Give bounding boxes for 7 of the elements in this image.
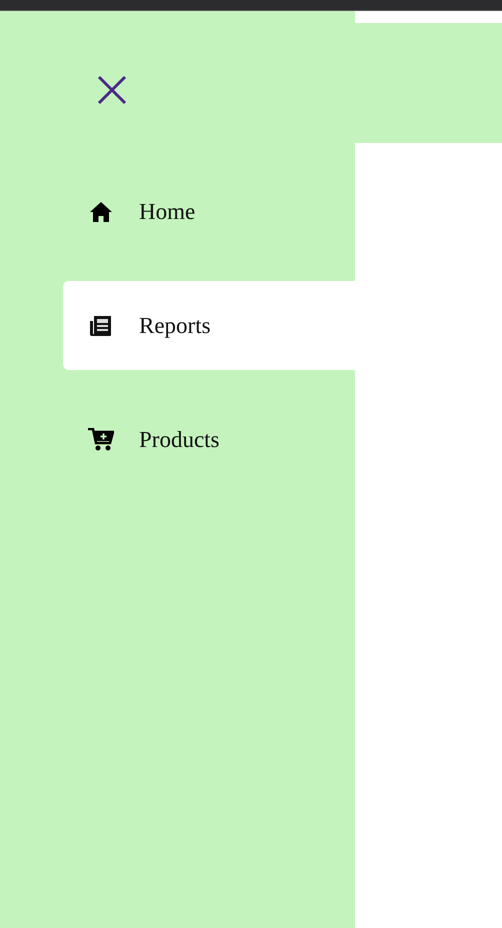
- sidebar-item[interactable]: Home: [63, 167, 355, 256]
- newspaper-icon: [88, 314, 114, 336]
- close-icon[interactable]: [96, 74, 128, 106]
- cart-icon: [88, 428, 114, 452]
- sidebar-item[interactable]: Reports: [63, 281, 355, 370]
- home-icon: [88, 200, 114, 222]
- sidebar-item[interactable]: Products: [63, 395, 355, 484]
